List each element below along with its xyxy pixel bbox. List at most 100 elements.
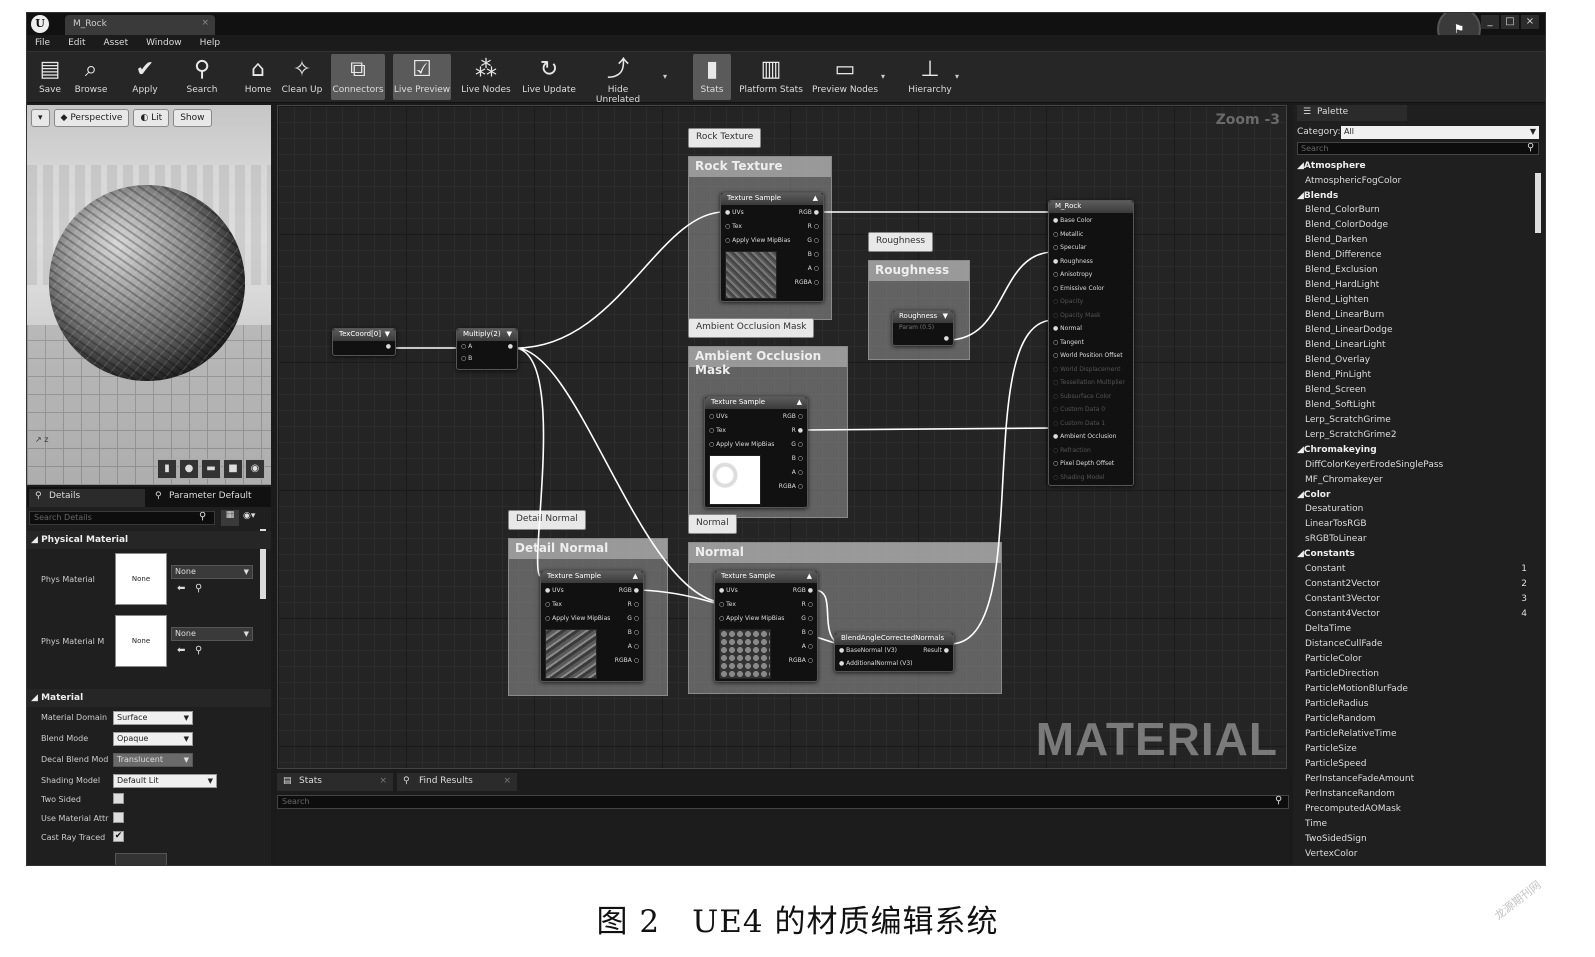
ts-ao-uvs[interactable]: ○ UVs bbox=[709, 413, 728, 420]
result-pin[interactable]: ○ Pixel Depth Offset bbox=[1053, 460, 1114, 467]
show-button[interactable]: Show bbox=[173, 109, 212, 127]
close-tab-icon[interactable]: × bbox=[379, 776, 387, 786]
ts-rock-a[interactable]: A ○ bbox=[808, 265, 819, 272]
details-search-input[interactable]: Search Details bbox=[29, 511, 215, 525]
node-blend-normals[interactable]: BlendAngleCorrectedNormals ● BaseNormal … bbox=[834, 632, 954, 672]
ts-detail-b[interactable]: B ○ bbox=[628, 629, 639, 636]
ts-detail-r[interactable]: R ○ bbox=[628, 601, 639, 608]
menu-file[interactable]: File bbox=[35, 35, 50, 51]
phys-material-mask-combo[interactable]: None ▼ bbox=[171, 627, 253, 641]
cleanup-button[interactable]: ✧ Clean Up bbox=[279, 54, 325, 100]
node-multiply[interactable]: Multiply(2) ▼ ○ A ○ B ● bbox=[456, 328, 518, 370]
result-pin[interactable]: ○ Custom Data 1 bbox=[1053, 420, 1105, 427]
ts-rock-g[interactable]: G ○ bbox=[807, 237, 819, 244]
expand-icon[interactable]: ◢ bbox=[1297, 549, 1304, 559]
phys-material-combo[interactable]: None ▼ bbox=[171, 565, 253, 579]
ts-rock-r[interactable]: R ○ bbox=[808, 223, 819, 230]
palette-item[interactable]: DistanceCullFade bbox=[1297, 637, 1531, 652]
result-pin[interactable]: ● Base Color bbox=[1053, 217, 1092, 224]
minimize-button[interactable]: _ bbox=[1481, 15, 1499, 29]
palette-scrollbar[interactable] bbox=[1535, 173, 1541, 233]
hierarchy-button[interactable]: ⊥ Hierarchy bbox=[905, 54, 955, 100]
expand-icon[interactable]: ◢ bbox=[1297, 191, 1304, 201]
ts-normal-mip[interactable]: ○ Apply View MipBias bbox=[719, 615, 784, 622]
browse-button[interactable]: ⌕ Browse bbox=[71, 54, 111, 100]
stats-button[interactable]: ▮ Stats bbox=[693, 54, 731, 100]
material-graph[interactable]: Zoom -3 MATERIAL Rock Texture Roughness … bbox=[277, 105, 1287, 769]
palette-item[interactable]: AtmosphericFogColor bbox=[1297, 174, 1531, 189]
hierarchy-dropdown-icon[interactable]: ▾ bbox=[955, 72, 959, 81]
palette-item[interactable]: Blend_ColorBurn bbox=[1297, 203, 1531, 218]
palette-item[interactable]: Blend_SoftLight bbox=[1297, 398, 1531, 413]
node-result-m-rock[interactable]: M_Rock ● Base Color ○ Metallic ○ Specular ●… bbox=[1048, 200, 1134, 486]
palette-item[interactable]: PerInstanceRandom bbox=[1297, 787, 1531, 802]
phys-material-thumbnail[interactable]: None bbox=[115, 553, 167, 605]
palette-item[interactable]: Blend_Darken bbox=[1297, 233, 1531, 248]
ts-ao-rgba[interactable]: RGBA ○ bbox=[779, 483, 803, 490]
home-button[interactable]: ⌂ Home bbox=[239, 54, 277, 100]
ts-normal-b[interactable]: B ○ bbox=[802, 629, 813, 636]
preview-nodes-button[interactable]: ▭ Preview Nodes bbox=[811, 54, 879, 100]
ts-rock-rgba[interactable]: RGBA ○ bbox=[795, 279, 819, 286]
tab-details[interactable]: ⚲ Details bbox=[29, 489, 145, 507]
multiply-output-pin[interactable]: ● bbox=[508, 343, 513, 350]
node-roughness-param[interactable]: Roughness ▼ Param (0.5) ● bbox=[892, 310, 954, 346]
result-pin[interactable]: ● Roughness bbox=[1053, 258, 1093, 265]
result-pin[interactable]: ○ Anisotropy bbox=[1053, 271, 1092, 278]
palette-item[interactable]: PerInstanceFadeAmount bbox=[1297, 772, 1531, 787]
blend-additional-normal[interactable]: ● AdditionalNormal (V3) bbox=[839, 660, 913, 667]
ts-ao-tex[interactable]: ○ Tex bbox=[709, 427, 726, 434]
palette-item[interactable]: ParticleSize bbox=[1297, 742, 1531, 757]
palette-category[interactable]: ◢Chromakeying bbox=[1297, 443, 1531, 458]
ts-ao-a[interactable]: A ○ bbox=[792, 469, 803, 476]
ts-detail-g[interactable]: G ○ bbox=[627, 615, 639, 622]
live-update-button[interactable]: ↻ Live Update bbox=[519, 54, 579, 100]
menu-help[interactable]: Help bbox=[200, 35, 221, 51]
palette-item[interactable]: ParticleSpeed bbox=[1297, 757, 1531, 772]
ts-normal-r[interactable]: R ○ bbox=[802, 601, 813, 608]
physical-material-header[interactable]: ◢ Physical Material bbox=[27, 531, 271, 549]
menu-window[interactable]: Window bbox=[146, 35, 182, 51]
blend-result[interactable]: Result ● bbox=[923, 647, 949, 654]
palette-item[interactable]: Blend_Screen bbox=[1297, 383, 1531, 398]
ts-ao-rgb[interactable]: RGB ○ bbox=[783, 413, 803, 420]
palette-item[interactable]: VertexColor bbox=[1297, 847, 1531, 862]
palette-item[interactable]: DiffColorKeyerErodeSinglePass bbox=[1297, 458, 1531, 473]
ts-ao-b[interactable]: B ○ bbox=[792, 455, 803, 462]
material-header[interactable]: ◢ Material bbox=[27, 689, 271, 707]
result-pin[interactable]: ○ Metallic bbox=[1053, 231, 1083, 238]
ts-ao-mip[interactable]: ○ Apply View MipBias bbox=[709, 441, 774, 448]
palette-item[interactable]: Blend_LinearBurn bbox=[1297, 308, 1531, 323]
use-selected-icon[interactable]: ⬅ bbox=[177, 645, 185, 656]
result-pin[interactable]: ○ Subsurface Color bbox=[1053, 393, 1111, 400]
palette-item[interactable]: Lerp_ScratchGrime2 bbox=[1297, 428, 1531, 443]
result-pin[interactable]: ○ Tangent bbox=[1053, 339, 1084, 346]
palette-item[interactable]: sRGBToLinear bbox=[1297, 532, 1531, 547]
ts-detail-mip[interactable]: ○ Apply View MipBias bbox=[545, 615, 610, 622]
cylinder-icon[interactable]: ▮ bbox=[157, 459, 177, 479]
save-button[interactable]: ▤ Save bbox=[31, 54, 69, 100]
palette-item[interactable]: Lerp_ScratchGrime bbox=[1297, 413, 1531, 428]
result-pin[interactable]: ○ Emissive Color bbox=[1053, 285, 1104, 292]
preview-nodes-dropdown-icon[interactable]: ▾ bbox=[881, 72, 885, 81]
ts-rock-mip[interactable]: ○ Apply View MipBias bbox=[725, 237, 790, 244]
result-pin[interactable]: ○ Custom Data 0 bbox=[1053, 406, 1105, 413]
ts-ao-r[interactable]: R ● bbox=[792, 427, 803, 434]
hide-unrelated-button[interactable]: ⤴ Hide Unrelated bbox=[585, 54, 651, 105]
result-pin[interactable]: ○ Opacity bbox=[1053, 298, 1083, 305]
palette-item[interactable]: TwoSidedSign bbox=[1297, 832, 1531, 847]
ts-normal-g[interactable]: G ○ bbox=[801, 615, 813, 622]
palette-item[interactable]: Time bbox=[1297, 817, 1531, 832]
collapse-icon[interactable]: ▲ bbox=[807, 572, 812, 580]
browse-asset-icon[interactable]: ⚲ bbox=[195, 583, 202, 594]
hide-unrelated-dropdown-icon[interactable]: ▾ bbox=[663, 72, 667, 81]
node-texture-sample-ao[interactable]: Texture Sample ▲ ○ UVs ○ Tex ○ Apply View… bbox=[704, 396, 808, 508]
palette-item[interactable]: Desaturation bbox=[1297, 502, 1531, 517]
view-options-icon[interactable]: ▦ bbox=[221, 510, 239, 526]
tab-find-results[interactable]: ⚲ Find Results × bbox=[397, 773, 517, 791]
ts-detail-uvs[interactable]: ● UVs bbox=[545, 587, 564, 594]
plane-icon[interactable]: ▬ bbox=[201, 459, 221, 479]
ts-normal-a[interactable]: A ○ bbox=[802, 643, 813, 650]
collapse-icon[interactable]: ▲ bbox=[797, 398, 802, 406]
palette-item[interactable]: ParticleColor bbox=[1297, 652, 1531, 667]
